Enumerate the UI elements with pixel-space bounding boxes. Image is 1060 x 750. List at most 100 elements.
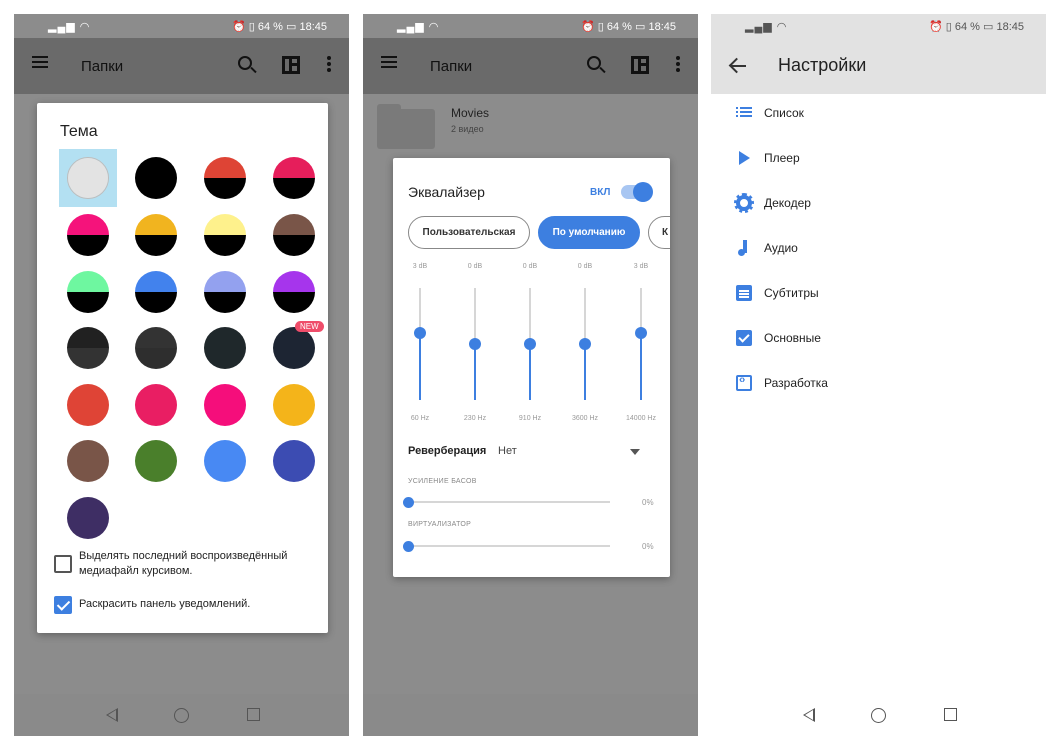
- swatch-top: [273, 440, 315, 461]
- swatch-bottom: [273, 348, 315, 369]
- band-db-label: 0 dB: [522, 263, 538, 270]
- more-vert-icon[interactable]: [676, 56, 680, 72]
- nav-home-icon[interactable]: [871, 708, 886, 723]
- swatch-top: [204, 157, 246, 178]
- list-icon: [736, 105, 752, 121]
- layout-icon[interactable]: [631, 56, 649, 74]
- nav-back-icon[interactable]: [803, 708, 815, 722]
- preset-default[interactable]: По умолчанию: [538, 216, 640, 249]
- notification-color-checkbox[interactable]: [54, 596, 72, 614]
- nav-recent-icon[interactable]: [944, 708, 957, 721]
- notification-option-label: Раскрасить панель уведомлений.: [79, 598, 251, 610]
- eq-band: 0 dB 230 Hz: [452, 263, 498, 423]
- band-slider-thumb[interactable]: [414, 326, 426, 339]
- theme-swatch[interactable]: [67, 497, 109, 539]
- swatch-top: [67, 214, 109, 235]
- theme-swatch[interactable]: [204, 157, 246, 199]
- theme-swatch[interactable]: [135, 440, 177, 482]
- theme-swatch[interactable]: [67, 271, 109, 313]
- theme-swatch[interactable]: [273, 384, 315, 426]
- theme-swatch[interactable]: [204, 384, 246, 426]
- swatch-bottom: [273, 461, 315, 482]
- swatch-top: [273, 271, 315, 292]
- layout-icon[interactable]: [282, 56, 300, 74]
- search-icon[interactable]: [587, 56, 601, 70]
- band-slider-thumb[interactable]: [579, 338, 591, 350]
- swatch-top: [273, 214, 315, 235]
- equalizer-toggle[interactable]: [621, 182, 653, 202]
- settings-item[interactable]: Декодер: [711, 184, 1046, 224]
- theme-swatch[interactable]: [135, 327, 177, 369]
- theme-swatch[interactable]: [67, 214, 109, 256]
- status-right: ⏰ ▯ 64 % ▭ 18:45: [581, 21, 676, 33]
- nav-back-icon[interactable]: [106, 708, 118, 722]
- swatch-bottom: [273, 292, 315, 313]
- dropdown-arrow-icon[interactable]: [630, 449, 640, 455]
- theme-swatch[interactable]: [135, 384, 177, 426]
- theme-swatch[interactable]: [204, 440, 246, 482]
- theme-swatch[interactable]: [273, 327, 315, 369]
- theme-swatch[interactable]: [135, 214, 177, 256]
- more-vert-icon[interactable]: [327, 56, 331, 72]
- theme-swatch[interactable]: [135, 271, 177, 313]
- virtualizer-thumb[interactable]: [403, 541, 414, 552]
- new-badge: NEW: [295, 321, 324, 332]
- band-frequency-label: 3600 Hz: [571, 415, 599, 422]
- back-arrow-icon[interactable]: [729, 58, 746, 74]
- preset-custom[interactable]: Пользовательская: [408, 216, 530, 249]
- settings-item[interactable]: Субтитры: [711, 274, 1046, 314]
- theme-swatch[interactable]: [273, 214, 315, 256]
- swatch-bottom: [68, 179, 108, 198]
- preset-next[interactable]: К: [648, 216, 670, 249]
- settings-item-label: Разработка: [764, 376, 828, 390]
- list-dot: [736, 115, 738, 117]
- settings-item[interactable]: Основные: [711, 319, 1046, 359]
- menu-icon[interactable]: [381, 56, 397, 68]
- bass-boost-slider[interactable]: [408, 501, 610, 503]
- settings-item[interactable]: Аудио: [711, 229, 1046, 269]
- swatch-bottom: [135, 405, 177, 426]
- swatch-bottom: [67, 292, 109, 313]
- swatch-top: [135, 440, 177, 461]
- theme-swatch[interactable]: [204, 327, 246, 369]
- settings-item[interactable]: Плеер: [711, 139, 1046, 179]
- swatch-bottom: [204, 405, 246, 426]
- settings-item[interactable]: Список: [711, 94, 1046, 134]
- settings-item[interactable]: Разработка: [711, 364, 1046, 404]
- virtualizer-label: ВИРТУАЛИЗАТОР: [408, 521, 472, 528]
- theme-swatch[interactable]: [204, 214, 246, 256]
- theme-swatch[interactable]: [273, 271, 315, 313]
- theme-swatch[interactable]: [135, 157, 177, 199]
- swatch-top: [67, 440, 109, 461]
- italic-checkbox[interactable]: [54, 555, 72, 573]
- nav-recent-icon[interactable]: [247, 708, 260, 721]
- theme-swatch[interactable]: [67, 440, 109, 482]
- band-slider-thumb[interactable]: [469, 338, 481, 350]
- theme-swatch[interactable]: [67, 327, 109, 369]
- swatch-bottom: [67, 461, 109, 482]
- theme-swatch[interactable]: [67, 157, 109, 199]
- swatch-top: [204, 327, 246, 348]
- band-slider-thumb[interactable]: [524, 338, 536, 350]
- band-frequency-label: 910 Hz: [518, 415, 542, 422]
- list-line: [740, 107, 752, 109]
- theme-swatch[interactable]: [273, 440, 315, 482]
- band-slider-thumb[interactable]: [635, 326, 647, 339]
- search-icon[interactable]: [238, 56, 252, 70]
- folder-count: 2 видео: [451, 124, 484, 134]
- reverb-select[interactable]: Нет: [498, 445, 517, 457]
- settings-item-label: Плеер: [764, 151, 800, 165]
- reverb-label: Реверберация: [408, 445, 487, 457]
- virtualizer-slider[interactable]: [408, 545, 610, 547]
- band-slider-fill: [474, 344, 476, 400]
- bass-boost-value: 0%: [642, 498, 654, 507]
- settings-item-label: Список: [764, 106, 804, 120]
- nav-home-icon[interactable]: [174, 708, 189, 723]
- bass-boost-thumb[interactable]: [403, 497, 414, 508]
- menu-icon[interactable]: [32, 56, 48, 68]
- theme-swatch[interactable]: [67, 384, 109, 426]
- band-slider-fill: [419, 332, 421, 400]
- swatch-top: [204, 440, 246, 461]
- theme-swatch[interactable]: [204, 271, 246, 313]
- theme-swatch[interactable]: [273, 157, 315, 199]
